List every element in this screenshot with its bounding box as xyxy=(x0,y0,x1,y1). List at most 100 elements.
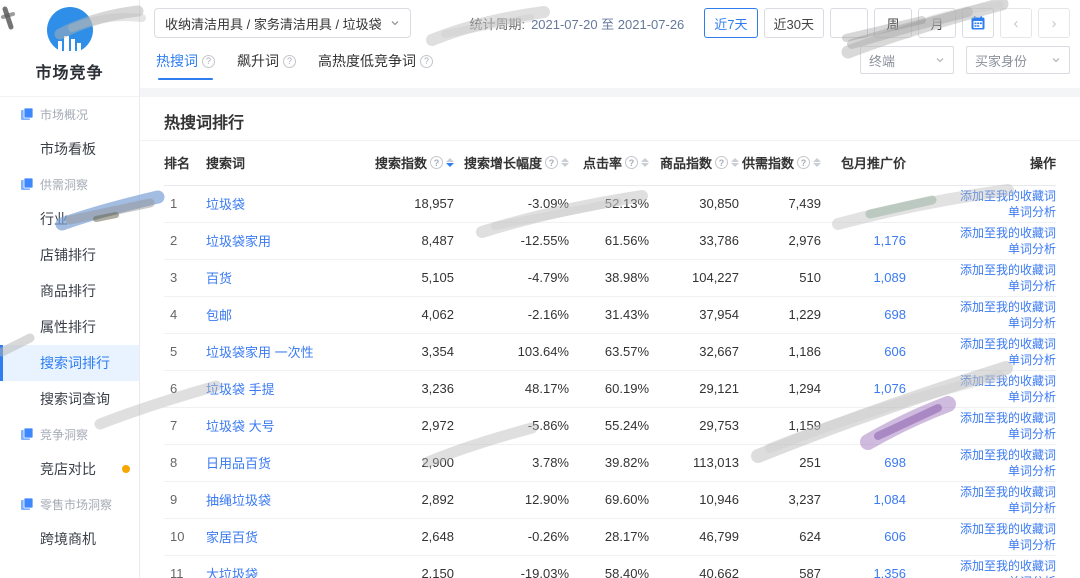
table-row: 6 垃圾袋 手提 3,236 48.17% 60.19% 29,121 1,29… xyxy=(164,370,1056,407)
word-analysis-link[interactable]: 单词分析 xyxy=(1008,279,1056,293)
rank: 6 xyxy=(164,370,206,407)
monthly-price-link[interactable]: 698 xyxy=(884,307,906,322)
ctr: 61.56% xyxy=(569,222,649,259)
rank: 3 xyxy=(164,259,206,296)
keyword-link[interactable]: 垃圾袋家用 xyxy=(206,234,271,249)
word-analysis-link[interactable]: 单词分析 xyxy=(1008,353,1056,367)
keyword-link[interactable]: 家居百货 xyxy=(206,530,258,545)
word-analysis-link[interactable]: 单词分析 xyxy=(1008,464,1056,478)
word-analysis-link[interactable]: 单词分析 xyxy=(1008,427,1056,441)
keyword-link[interactable]: 垃圾袋 大号 xyxy=(206,419,275,434)
monthly-price-link[interactable]: 698 xyxy=(884,455,906,470)
sort-control[interactable] xyxy=(731,158,739,167)
col-rank: 排名 xyxy=(164,141,206,185)
sort-control[interactable] xyxy=(813,158,821,167)
category-selector[interactable]: 收纳清洁用具 / 家务清洁用具 / 垃圾袋 xyxy=(154,8,411,38)
help-icon[interactable]: ? xyxy=(625,156,638,169)
sort-control[interactable] xyxy=(561,158,569,167)
range-30days-button[interactable]: 近30天 xyxy=(764,8,824,38)
monthly-price-link[interactable]: 1,356 xyxy=(873,566,906,578)
keyword-link[interactable]: 垃圾袋 手提 xyxy=(206,382,275,397)
ctr: 55.24% xyxy=(569,407,649,444)
keyword-link[interactable]: 日用品百货 xyxy=(206,456,271,471)
add-favorite-link[interactable]: 添加至我的收藏词 xyxy=(960,522,1056,536)
range-week-button[interactable]: 周 xyxy=(874,8,912,38)
sort-control[interactable] xyxy=(446,158,454,167)
sidebar-item-crossborder[interactable]: 跨境商机 xyxy=(0,521,139,557)
monthly-price-link[interactable]: 1,084 xyxy=(873,492,906,507)
help-icon[interactable]: ? xyxy=(420,55,433,68)
word-analysis-link[interactable]: 单词分析 xyxy=(1008,390,1056,404)
add-favorite-link[interactable]: 添加至我的收藏词 xyxy=(960,448,1056,462)
help-icon[interactable]: ? xyxy=(430,156,443,169)
monthly-price-link[interactable]: 606 xyxy=(884,344,906,359)
monthly-price-link[interactable]: 1,076 xyxy=(873,381,906,396)
rank: 7 xyxy=(164,407,206,444)
range-month-button[interactable]: 月 xyxy=(918,8,956,38)
add-favorite-link[interactable]: 添加至我的收藏词 xyxy=(960,226,1056,240)
tab-hot-keywords[interactable]: 热搜词 ? xyxy=(156,46,215,82)
help-icon[interactable]: ? xyxy=(797,156,810,169)
add-favorite-link[interactable]: 添加至我的收藏词 xyxy=(960,263,1056,277)
range-7days-button[interactable]: 近7天 xyxy=(704,8,757,38)
sidebar-item-keyword-query[interactable]: 搜索词查询 xyxy=(0,381,139,417)
add-favorite-link[interactable]: 添加至我的收藏词 xyxy=(960,411,1056,425)
keyword-cell: 垃圾袋家用 一次性 xyxy=(206,333,364,370)
col-supply-demand[interactable]: 供需指数? xyxy=(739,141,821,185)
supply-demand: 1,159 xyxy=(739,407,821,444)
sidebar-item-competitor-compare[interactable]: 竞店对比 xyxy=(0,451,139,487)
word-analysis-link[interactable]: 单词分析 xyxy=(1008,205,1056,219)
keyword-cell: 垃圾袋 xyxy=(206,185,364,222)
buyer-identity-filter-select[interactable]: 买家身份 xyxy=(966,46,1070,74)
word-analysis-link[interactable]: 单词分析 xyxy=(1008,538,1056,552)
sidebar-item-market-board[interactable]: 市场看板 xyxy=(0,131,139,167)
monthly-price-link[interactable]: 606 xyxy=(884,529,906,544)
keyword-link[interactable]: 包邮 xyxy=(206,308,232,323)
actions-cell: 添加至我的收藏词单词分析 xyxy=(906,444,1056,481)
sort-control[interactable] xyxy=(641,158,649,167)
help-icon[interactable]: ? xyxy=(283,55,296,68)
sidebar-item-product-ranking[interactable]: 商品排行 xyxy=(0,273,139,309)
word-analysis-link[interactable]: 单词分析 xyxy=(1008,501,1056,515)
sidebar-item-attribute-ranking[interactable]: 属性排行 xyxy=(0,309,139,345)
stat-period: 统计周期: 2021-07-20 至 2021-07-26 xyxy=(469,14,684,33)
keyword-cell: 大垃圾袋 xyxy=(206,555,364,578)
terminal-filter-select[interactable]: 终端 xyxy=(860,46,954,74)
add-favorite-link[interactable]: 添加至我的收藏词 xyxy=(960,374,1056,388)
col-product-index[interactable]: 商品指数? xyxy=(649,141,739,185)
keyword-link[interactable]: 大垃圾袋 xyxy=(206,567,258,578)
ctr: 28.17% xyxy=(569,518,649,555)
calendar-button[interactable] xyxy=(962,8,994,38)
add-favorite-link[interactable]: 添加至我的收藏词 xyxy=(960,559,1056,573)
add-favorite-link[interactable]: 添加至我的收藏词 xyxy=(960,189,1056,203)
tab-high-heat-low-competition[interactable]: 高热度低竞争词 ? xyxy=(318,46,433,82)
help-icon[interactable]: ? xyxy=(202,55,215,68)
col-search-growth[interactable]: 搜索增长幅度? xyxy=(454,141,569,185)
word-analysis-link[interactable]: 单词分析 xyxy=(1008,316,1056,330)
add-favorite-link[interactable]: 添加至我的收藏词 xyxy=(960,300,1056,314)
add-favorite-link[interactable]: 添加至我的收藏词 xyxy=(960,485,1056,499)
keyword-link[interactable]: 百货 xyxy=(206,271,232,286)
keyword-cell: 垃圾袋 大号 xyxy=(206,407,364,444)
tab-rising-keywords[interactable]: 飙升词 ? xyxy=(237,46,296,82)
card-title: 热搜词排行 xyxy=(140,97,1080,141)
col-search-index[interactable]: 搜索指数? xyxy=(364,141,454,185)
word-analysis-link[interactable]: 单词分析 xyxy=(1008,242,1056,256)
col-ctr[interactable]: 点击率? xyxy=(569,141,649,185)
prev-period-button[interactable]: ‹ xyxy=(1000,8,1032,38)
keyword-link[interactable]: 垃圾袋 xyxy=(206,197,245,212)
next-period-button[interactable]: › xyxy=(1038,8,1070,38)
monthly-price-link[interactable]: 1,089 xyxy=(873,270,906,285)
word-analysis-link[interactable]: 单词分析 xyxy=(1008,575,1056,578)
range-day-button[interactable] xyxy=(830,8,868,38)
sidebar-item-industry[interactable]: 行业 xyxy=(0,201,139,237)
keyword-link[interactable]: 抽绳垃圾袋 xyxy=(206,493,271,508)
keyword-link[interactable]: 垃圾袋家用 一次性 xyxy=(206,345,314,360)
product-index: 104,227 xyxy=(649,259,739,296)
sidebar-item-keyword-ranking[interactable]: 搜索词排行 xyxy=(0,345,139,381)
help-icon[interactable]: ? xyxy=(715,156,728,169)
help-icon[interactable]: ? xyxy=(545,156,558,169)
add-favorite-link[interactable]: 添加至我的收藏词 xyxy=(960,337,1056,351)
monthly-price-link[interactable]: 1,176 xyxy=(873,233,906,248)
sidebar-item-shop-ranking[interactable]: 店铺排行 xyxy=(0,237,139,273)
